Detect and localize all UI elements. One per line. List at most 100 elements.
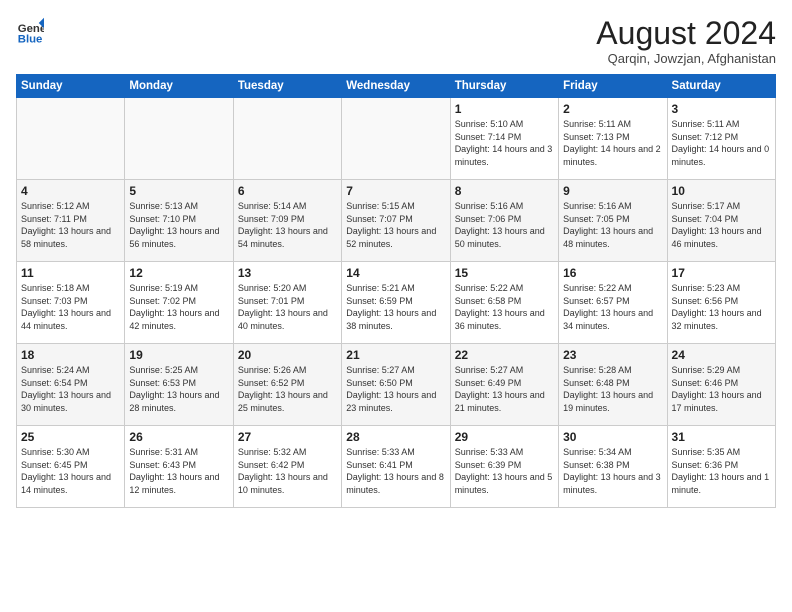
sunset-label: Sunset: 7:12 PM [672,132,739,142]
day-number: 12 [129,266,228,280]
sunrise-label: Sunrise: 5:14 AM [238,201,307,211]
calendar-cell-4-7: 24 Sunrise: 5:29 AM Sunset: 6:46 PM Dayl… [667,344,775,426]
sunrise-label: Sunrise: 5:17 AM [672,201,741,211]
day-info: Sunrise: 5:31 AM Sunset: 6:43 PM Dayligh… [129,446,228,496]
sunrise-label: Sunrise: 5:23 AM [672,283,741,293]
calendar-cell-5-2: 26 Sunrise: 5:31 AM Sunset: 6:43 PM Dayl… [125,426,233,508]
header-friday: Friday [559,75,667,98]
sunset-label: Sunset: 6:50 PM [346,378,413,388]
sunrise-label: Sunrise: 5:16 AM [455,201,524,211]
sunrise-label: Sunrise: 5:12 AM [21,201,90,211]
sunset-label: Sunset: 7:09 PM [238,214,305,224]
day-number: 6 [238,184,337,198]
daylight-label: Daylight: 14 hours and 2 minutes. [563,144,661,167]
sunset-label: Sunset: 6:48 PM [563,378,630,388]
sunrise-label: Sunrise: 5:21 AM [346,283,415,293]
daylight-label: Daylight: 13 hours and 12 minutes. [129,472,219,495]
sunrise-label: Sunrise: 5:22 AM [563,283,632,293]
calendar-cell-2-2: 5 Sunrise: 5:13 AM Sunset: 7:10 PM Dayli… [125,180,233,262]
day-info: Sunrise: 5:16 AM Sunset: 7:06 PM Dayligh… [455,200,554,250]
day-info: Sunrise: 5:28 AM Sunset: 6:48 PM Dayligh… [563,364,662,414]
calendar-cell-2-3: 6 Sunrise: 5:14 AM Sunset: 7:09 PM Dayli… [233,180,341,262]
sunrise-label: Sunrise: 5:19 AM [129,283,198,293]
calendar-cell-3-1: 11 Sunrise: 5:18 AM Sunset: 7:03 PM Dayl… [17,262,125,344]
day-info: Sunrise: 5:20 AM Sunset: 7:01 PM Dayligh… [238,282,337,332]
calendar-cell-3-3: 13 Sunrise: 5:20 AM Sunset: 7:01 PM Dayl… [233,262,341,344]
sunset-label: Sunset: 6:53 PM [129,378,196,388]
sunset-label: Sunset: 6:46 PM [672,378,739,388]
sunrise-label: Sunrise: 5:13 AM [129,201,198,211]
day-number: 14 [346,266,445,280]
sunset-label: Sunset: 6:57 PM [563,296,630,306]
calendar-cell-5-6: 30 Sunrise: 5:34 AM Sunset: 6:38 PM Dayl… [559,426,667,508]
calendar-cell-1-2 [125,98,233,180]
day-info: Sunrise: 5:11 AM Sunset: 7:13 PM Dayligh… [563,118,662,168]
day-number: 26 [129,430,228,444]
sunset-label: Sunset: 6:59 PM [346,296,413,306]
day-info: Sunrise: 5:23 AM Sunset: 6:56 PM Dayligh… [672,282,771,332]
calendar-cell-5-7: 31 Sunrise: 5:35 AM Sunset: 6:36 PM Dayl… [667,426,775,508]
sunset-label: Sunset: 6:52 PM [238,378,305,388]
calendar-week-2: 4 Sunrise: 5:12 AM Sunset: 7:11 PM Dayli… [17,180,776,262]
sunset-label: Sunset: 6:42 PM [238,460,305,470]
daylight-label: Daylight: 13 hours and 48 minutes. [563,226,653,249]
sunset-label: Sunset: 7:03 PM [21,296,88,306]
sunrise-label: Sunrise: 5:31 AM [129,447,198,457]
day-info: Sunrise: 5:33 AM Sunset: 6:41 PM Dayligh… [346,446,445,496]
calendar-cell-4-6: 23 Sunrise: 5:28 AM Sunset: 6:48 PM Dayl… [559,344,667,426]
daylight-label: Daylight: 13 hours and 5 minutes. [455,472,553,495]
day-number: 8 [455,184,554,198]
day-number: 29 [455,430,554,444]
daylight-label: Daylight: 14 hours and 0 minutes. [672,144,770,167]
header-tuesday: Tuesday [233,75,341,98]
day-info: Sunrise: 5:17 AM Sunset: 7:04 PM Dayligh… [672,200,771,250]
day-number: 21 [346,348,445,362]
calendar-cell-3-4: 14 Sunrise: 5:21 AM Sunset: 6:59 PM Dayl… [342,262,450,344]
day-info: Sunrise: 5:27 AM Sunset: 6:50 PM Dayligh… [346,364,445,414]
daylight-label: Daylight: 13 hours and 23 minutes. [346,390,436,413]
sunset-label: Sunset: 6:56 PM [672,296,739,306]
day-number: 22 [455,348,554,362]
svg-text:Blue: Blue [18,33,43,44]
logo-icon: General Blue [16,16,44,44]
daylight-label: Daylight: 13 hours and 36 minutes. [455,308,545,331]
calendar-cell-3-5: 15 Sunrise: 5:22 AM Sunset: 6:58 PM Dayl… [450,262,558,344]
sunrise-label: Sunrise: 5:22 AM [455,283,524,293]
header-thursday: Thursday [450,75,558,98]
day-info: Sunrise: 5:35 AM Sunset: 6:36 PM Dayligh… [672,446,771,496]
calendar-cell-4-4: 21 Sunrise: 5:27 AM Sunset: 6:50 PM Dayl… [342,344,450,426]
calendar-cell-2-1: 4 Sunrise: 5:12 AM Sunset: 7:11 PM Dayli… [17,180,125,262]
sunset-label: Sunset: 6:54 PM [21,378,88,388]
sunset-label: Sunset: 7:02 PM [129,296,196,306]
calendar-cell-4-2: 19 Sunrise: 5:25 AM Sunset: 6:53 PM Dayl… [125,344,233,426]
sunrise-label: Sunrise: 5:30 AM [21,447,90,457]
sunset-label: Sunset: 6:49 PM [455,378,522,388]
sunrise-label: Sunrise: 5:29 AM [672,365,741,375]
day-info: Sunrise: 5:34 AM Sunset: 6:38 PM Dayligh… [563,446,662,496]
day-info: Sunrise: 5:27 AM Sunset: 6:49 PM Dayligh… [455,364,554,414]
calendar-table: Sunday Monday Tuesday Wednesday Thursday… [16,74,776,508]
day-info: Sunrise: 5:29 AM Sunset: 6:46 PM Dayligh… [672,364,771,414]
daylight-label: Daylight: 13 hours and 10 minutes. [238,472,328,495]
day-info: Sunrise: 5:14 AM Sunset: 7:09 PM Dayligh… [238,200,337,250]
calendar-cell-5-5: 29 Sunrise: 5:33 AM Sunset: 6:39 PM Dayl… [450,426,558,508]
calendar-week-5: 25 Sunrise: 5:30 AM Sunset: 6:45 PM Dayl… [17,426,776,508]
sunrise-label: Sunrise: 5:28 AM [563,365,632,375]
header-saturday: Saturday [667,75,775,98]
daylight-label: Daylight: 13 hours and 3 minutes. [563,472,661,495]
sunset-label: Sunset: 6:43 PM [129,460,196,470]
calendar-cell-5-1: 25 Sunrise: 5:30 AM Sunset: 6:45 PM Dayl… [17,426,125,508]
calendar-cell-1-4 [342,98,450,180]
day-number: 9 [563,184,662,198]
sunrise-label: Sunrise: 5:18 AM [21,283,90,293]
logo: General Blue [16,16,44,44]
sunset-label: Sunset: 7:10 PM [129,214,196,224]
calendar-cell-3-2: 12 Sunrise: 5:19 AM Sunset: 7:02 PM Dayl… [125,262,233,344]
sunrise-label: Sunrise: 5:35 AM [672,447,741,457]
calendar-subtitle: Qarqin, Jowzjan, Afghanistan [596,51,776,66]
day-number: 13 [238,266,337,280]
day-info: Sunrise: 5:26 AM Sunset: 6:52 PM Dayligh… [238,364,337,414]
day-info: Sunrise: 5:19 AM Sunset: 7:02 PM Dayligh… [129,282,228,332]
day-number: 20 [238,348,337,362]
day-info: Sunrise: 5:12 AM Sunset: 7:11 PM Dayligh… [21,200,120,250]
